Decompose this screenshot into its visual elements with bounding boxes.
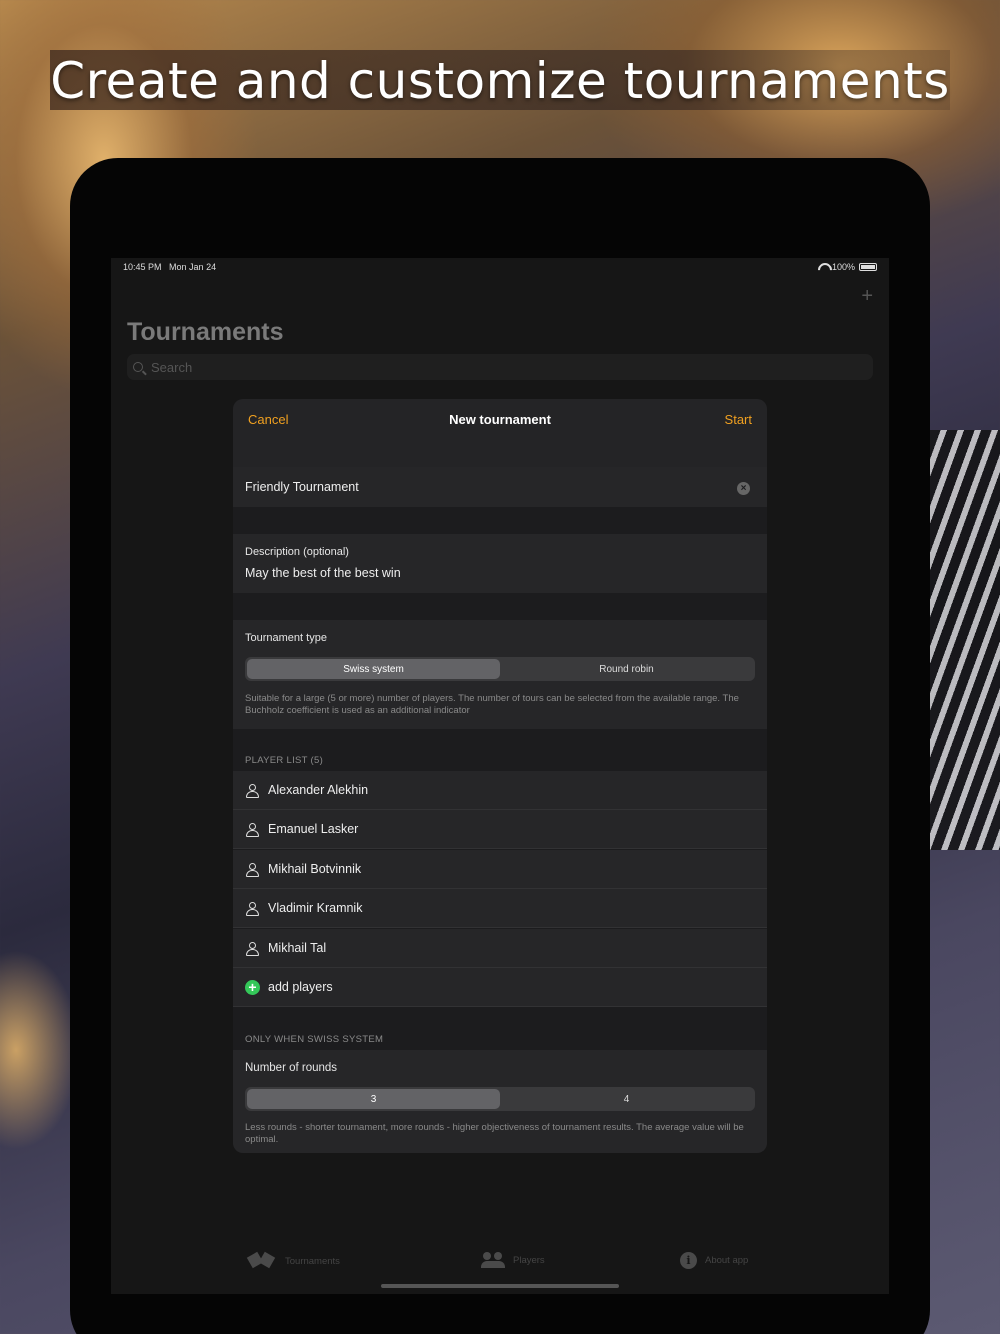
- tournament-name-field[interactable]: Friendly Tournament ×: [233, 467, 767, 507]
- plus-icon[interactable]: +: [861, 286, 873, 306]
- page-title: Tournaments: [127, 318, 284, 346]
- clear-icon[interactable]: ×: [737, 482, 750, 495]
- home-indicator: [381, 1284, 619, 1288]
- tab-bar: Tournaments Players i About app: [111, 1252, 889, 1278]
- add-circle-icon: +: [245, 980, 260, 995]
- rounds-control[interactable]: 3 4: [245, 1087, 755, 1111]
- tab-label: About app: [705, 1255, 749, 1266]
- player-name: Alexander Alekhin: [268, 783, 369, 797]
- app-screen: 10:45 PM Mon Jan 24 100% + Tournaments S…: [111, 258, 889, 1294]
- status-datetime: 10:45 PM Mon Jan 24: [123, 262, 216, 272]
- description-value: May the best of the best win: [245, 566, 401, 580]
- tab-about-app[interactable]: i About app: [680, 1252, 748, 1269]
- player-name: Emanuel Lasker: [268, 822, 359, 836]
- search-icon: [133, 362, 143, 372]
- search-placeholder: Search: [151, 359, 193, 375]
- tournament-type-control[interactable]: Swiss system Round robin: [245, 657, 755, 681]
- person-icon: [246, 784, 259, 798]
- background-chess-piece: [930, 430, 1000, 850]
- tournament-type-label: Tournament type: [245, 632, 327, 644]
- tournament-type-note: Suitable for a large (5 or more) number …: [245, 693, 739, 716]
- person-icon: [246, 823, 259, 837]
- player-row[interactable]: Vladimir Kramnik: [233, 889, 767, 928]
- status-date: Mon Jan 24: [169, 262, 217, 272]
- player-row[interactable]: Alexander Alekhin: [233, 771, 767, 810]
- person-icon: [246, 863, 259, 877]
- tournament-name-value: Friendly Tournament: [245, 480, 359, 494]
- segment-rounds-4[interactable]: 4: [500, 1089, 753, 1109]
- wifi-icon: [818, 263, 828, 271]
- modal-header: Cancel New tournament Start: [233, 399, 767, 467]
- player-name: Mikhail Botvinnik: [268, 862, 362, 876]
- new-tournament-modal: Cancel New tournament Start Friendly Tou…: [233, 399, 767, 1153]
- tab-players[interactable]: Players: [481, 1252, 545, 1268]
- player-name: Vladimir Kramnik: [268, 901, 363, 915]
- player-row[interactable]: Emanuel Lasker: [233, 810, 767, 849]
- description-field[interactable]: Description (optional) May the best of t…: [233, 534, 767, 593]
- promo-headline: Create and customize tournaments: [50, 52, 950, 110]
- rounds-section: Number of rounds 3 4 Less rounds - short…: [233, 1050, 767, 1153]
- search-input[interactable]: Search: [127, 354, 873, 380]
- people-icon: [481, 1252, 505, 1268]
- status-time: 10:45 PM: [123, 262, 162, 272]
- player-list-header: PLAYER LIST (5): [245, 755, 324, 766]
- player-name: Mikhail Tal: [268, 941, 327, 955]
- tab-label: Tournaments: [285, 1255, 340, 1267]
- background-blur: [0, 950, 80, 1150]
- tab-tournaments[interactable]: Tournaments: [247, 1252, 340, 1270]
- start-button[interactable]: Start: [725, 412, 752, 427]
- player-row[interactable]: Mikhail Tal: [233, 929, 767, 968]
- modal-title: New tournament: [449, 412, 551, 427]
- person-icon: [246, 942, 259, 956]
- add-players-button[interactable]: + add players: [233, 968, 767, 1007]
- status-bar: 10:45 PM Mon Jan 24 100%: [123, 262, 877, 276]
- person-icon: [246, 902, 259, 916]
- description-label: Description (optional): [245, 546, 349, 558]
- rounds-note: Less rounds - shorter tournament, more r…: [245, 1122, 744, 1145]
- segment-swiss-system[interactable]: Swiss system: [247, 659, 500, 679]
- flags-icon: [247, 1252, 277, 1270]
- battery-percent: 100%: [831, 262, 855, 272]
- tab-label: Players: [513, 1254, 545, 1266]
- rounds-label: Number of rounds: [245, 1062, 338, 1074]
- swiss-only-header: ONLY WHEN SWISS SYSTEM: [245, 1034, 384, 1045]
- tournament-type-section: Tournament type Swiss system Round robin…: [233, 620, 767, 729]
- status-indicators: 100%: [818, 262, 877, 272]
- segment-round-robin[interactable]: Round robin: [500, 659, 753, 679]
- segment-rounds-3[interactable]: 3: [247, 1089, 500, 1109]
- battery-icon: [859, 263, 877, 271]
- info-icon: i: [680, 1252, 697, 1269]
- add-players-label: add players: [268, 980, 333, 994]
- player-row[interactable]: Mikhail Botvinnik: [233, 850, 767, 889]
